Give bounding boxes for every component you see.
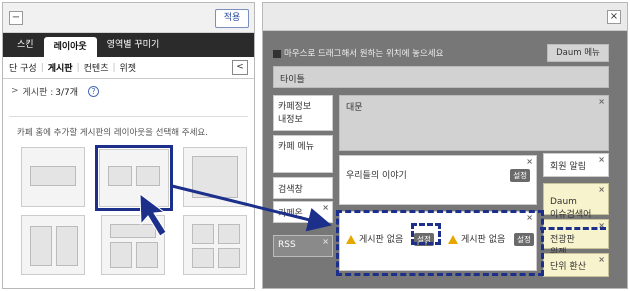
subtab-divider: | (40, 62, 44, 73)
side-item-cafe-on[interactable]: 카페온 × (273, 201, 333, 223)
chevron-right-icon: > (11, 86, 19, 96)
subtab-board[interactable]: 게시판 (48, 61, 73, 74)
dashed-connector (540, 194, 606, 230)
layout-option-split[interactable] (21, 215, 85, 275)
close-icon[interactable]: × (526, 157, 533, 166)
close-icon[interactable]: × (322, 237, 329, 246)
subtab-divider: | (76, 62, 80, 73)
side-item-label: RSS (278, 240, 296, 250)
subtab-contents[interactable]: 컨텐츠 (84, 61, 109, 74)
selected-layout-highlight (95, 145, 173, 211)
layout-thumb (110, 242, 132, 268)
layout-option-single[interactable] (21, 147, 85, 207)
sub-tabs: 단 구성 | 게시판 | 컨텐츠 | 위젯 < (3, 57, 254, 79)
right-item-member-alert[interactable]: 회원 알림 × (543, 153, 609, 177)
side-item-search[interactable]: 검색창 (273, 177, 333, 199)
drag-icon (273, 49, 281, 58)
tab-area-decorate[interactable]: 영역별 꾸미기 (97, 33, 170, 57)
divider (9, 116, 248, 117)
right-item-unit-convert[interactable]: 단위 환산 × (543, 253, 609, 277)
layout-thumb (30, 166, 76, 186)
side-item-cafe-menu[interactable]: 카페 메뉴 (273, 135, 333, 173)
layout-thumb (218, 248, 240, 268)
minimize-icon[interactable]: − (9, 11, 23, 25)
right-item-label: 단위 환산 (550, 262, 586, 272)
side-item-rss[interactable]: RSS × (273, 235, 333, 257)
board-count-label: 게시판 : (22, 87, 54, 98)
layout-thumb (192, 224, 214, 244)
side-item-label: 카페온 (278, 209, 303, 219)
tab-layout[interactable]: 레이아웃 (43, 37, 97, 57)
back-arrow-button[interactable]: < (232, 60, 248, 75)
layout-thumb (218, 224, 240, 244)
drag-hint: 마우스로 드래그해서 원하는 위치에 놓으세요 (273, 47, 443, 59)
layout-thumb (192, 156, 238, 198)
drag-hint-text: 마우스로 드래그해서 원하는 위치에 놓으세요 (284, 49, 444, 59)
layout-option-large[interactable] (183, 147, 247, 207)
layout-thumb (110, 224, 156, 238)
layout-thumb (56, 226, 78, 266)
story-board-block[interactable]: 우리들의 이야기 설정 × (339, 155, 537, 205)
layout-description: 카페 홈에 추가할 게시판의 레이아웃을 선택해 주세요. (17, 128, 208, 138)
subtab-divider: | (112, 62, 116, 73)
main-page-block[interactable]: 대문 × (339, 95, 609, 151)
subtab-widget[interactable]: 위젯 (120, 61, 137, 74)
side-item-cafe-info[interactable]: 카페정보 내정보 (273, 95, 333, 131)
layout-thumb (136, 242, 158, 268)
title-block[interactable]: 타이틀 (273, 66, 609, 88)
subtab-columns[interactable]: 단 구성 (9, 61, 37, 74)
board-count-value: 3/7개 (55, 87, 79, 98)
close-icon[interactable]: × (598, 97, 605, 106)
layout-option-quad[interactable] (183, 215, 247, 275)
close-icon[interactable]: × (598, 255, 605, 264)
settings-button[interactable]: 설정 (510, 169, 530, 182)
tab-skin[interactable]: 스킨 (7, 33, 44, 57)
settings-dashed-highlight (411, 223, 441, 245)
daum-menu-block[interactable]: Daum 메뉴 (547, 44, 609, 62)
close-icon[interactable]: × (598, 185, 605, 194)
layout-thumb (192, 248, 214, 268)
board-title: 우리들의 이야기 (346, 171, 407, 181)
close-icon[interactable]: × (598, 155, 605, 164)
layout-option-grid[interactable] (101, 215, 165, 275)
panel-header: − 적용 (3, 3, 254, 33)
apply-button[interactable]: 적용 (215, 9, 249, 28)
board-count: > 게시판 : 3/7개 ? (3, 79, 254, 103)
right-item-label: 회원 알림 (550, 162, 586, 172)
help-icon[interactable]: ? (88, 85, 100, 97)
preview-header: × (263, 3, 627, 31)
close-icon[interactable]: × (322, 203, 329, 212)
layout-thumb (30, 226, 52, 266)
main-tabs: 스킨 레이아웃 영역별 꾸미기 (3, 33, 254, 57)
layout-settings-panel: − 적용 스킨 레이아웃 영역별 꾸미기 단 구성 | 게시판 | 컨텐츠 | … (2, 2, 255, 289)
main-block-label: 대문 (346, 103, 363, 113)
close-icon[interactable]: × (607, 10, 621, 24)
